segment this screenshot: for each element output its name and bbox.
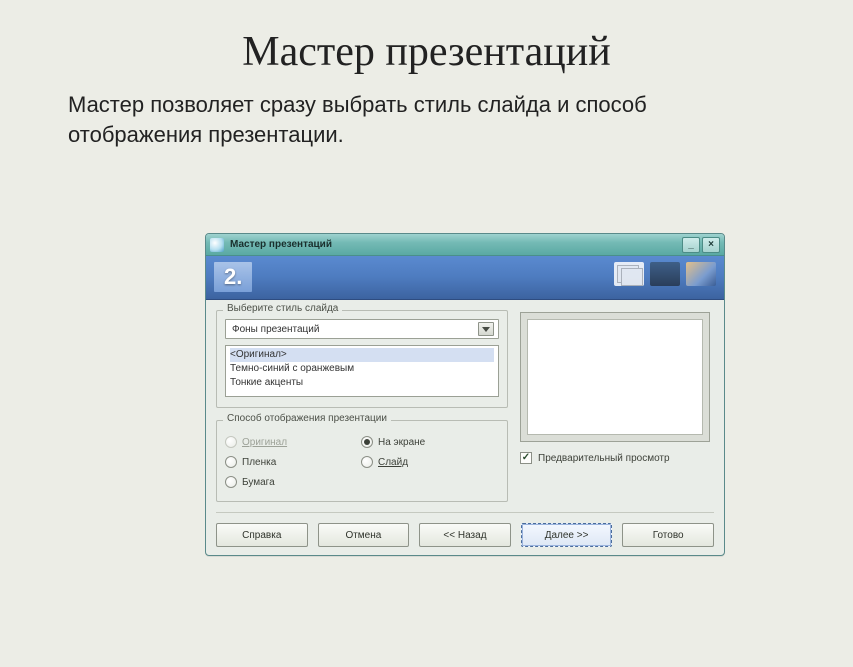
background-combo-value: Фоны презентаций (232, 324, 319, 335)
radio-icon (225, 436, 237, 448)
radio-label: Оригинал (242, 437, 287, 448)
slide-title: Мастер презентаций (0, 28, 853, 76)
pages-icon (614, 262, 644, 286)
display-mode-group: Способ отображения презентации Оригинал … (216, 420, 508, 502)
close-button[interactable]: × (702, 237, 720, 253)
list-item[interactable]: Темно-синий с оранжевым (230, 362, 494, 376)
chevron-down-icon (478, 322, 494, 336)
picture-icon (686, 262, 716, 286)
titlebar: Мастер презентаций _ × (206, 234, 724, 256)
radio-icon (361, 436, 373, 448)
check-icon: ✓ (520, 452, 532, 464)
radio-label: На экране (378, 437, 425, 448)
radio-icon (361, 456, 373, 468)
radio-screen[interactable]: На экране (361, 433, 479, 451)
display-mode-legend: Способ отображения презентации (223, 413, 391, 424)
finish-button[interactable]: Готово (622, 523, 714, 547)
radio-paper[interactable]: Бумага (225, 473, 343, 491)
radio-icon (225, 476, 237, 488)
slide-body: Мастер позволяет сразу выбрать стиль сла… (68, 90, 785, 149)
button-row: Справка Отмена << Назад Далее >> Готово (216, 512, 714, 547)
preview-area (520, 312, 710, 442)
radio-label: Слайд (378, 457, 408, 468)
background-listbox[interactable]: <Оригинал> Темно-синий с оранжевым Тонки… (225, 345, 499, 397)
list-item[interactable]: Тонкие акценты (230, 376, 494, 390)
preview-checkbox-label: Предварительный просмотр (538, 453, 670, 464)
wizard-step-number: 2. (214, 262, 252, 292)
preview-slide (527, 319, 703, 435)
banner-decor (614, 262, 716, 286)
next-button[interactable]: Далее >> (521, 523, 613, 547)
preview-checkbox[interactable]: ✓ Предварительный просмотр (520, 452, 710, 464)
style-group: Выберите стиль слайда Фоны презентаций <… (216, 310, 508, 408)
background-combo[interactable]: Фоны презентаций (225, 319, 499, 339)
darkslide-icon (650, 262, 680, 286)
wizard-banner: 2. (206, 256, 724, 300)
window-title: Мастер презентаций (230, 239, 680, 250)
radio-icon (225, 456, 237, 468)
radio-slide[interactable]: Слайд (361, 453, 479, 471)
help-button[interactable]: Справка (216, 523, 308, 547)
radio-label: Бумага (242, 477, 275, 488)
radio-label: Пленка (242, 457, 276, 468)
radio-film[interactable]: Пленка (225, 453, 343, 471)
app-icon (210, 238, 224, 252)
radio-original: Оригинал (225, 433, 343, 451)
cancel-button[interactable]: Отмена (318, 523, 410, 547)
wizard-window: Мастер презентаций _ × 2. Выберите стиль… (205, 233, 725, 556)
style-group-legend: Выберите стиль слайда (223, 303, 342, 314)
list-item[interactable]: <Оригинал> (230, 348, 494, 362)
back-button[interactable]: << Назад (419, 523, 511, 547)
minimize-button[interactable]: _ (682, 237, 700, 253)
